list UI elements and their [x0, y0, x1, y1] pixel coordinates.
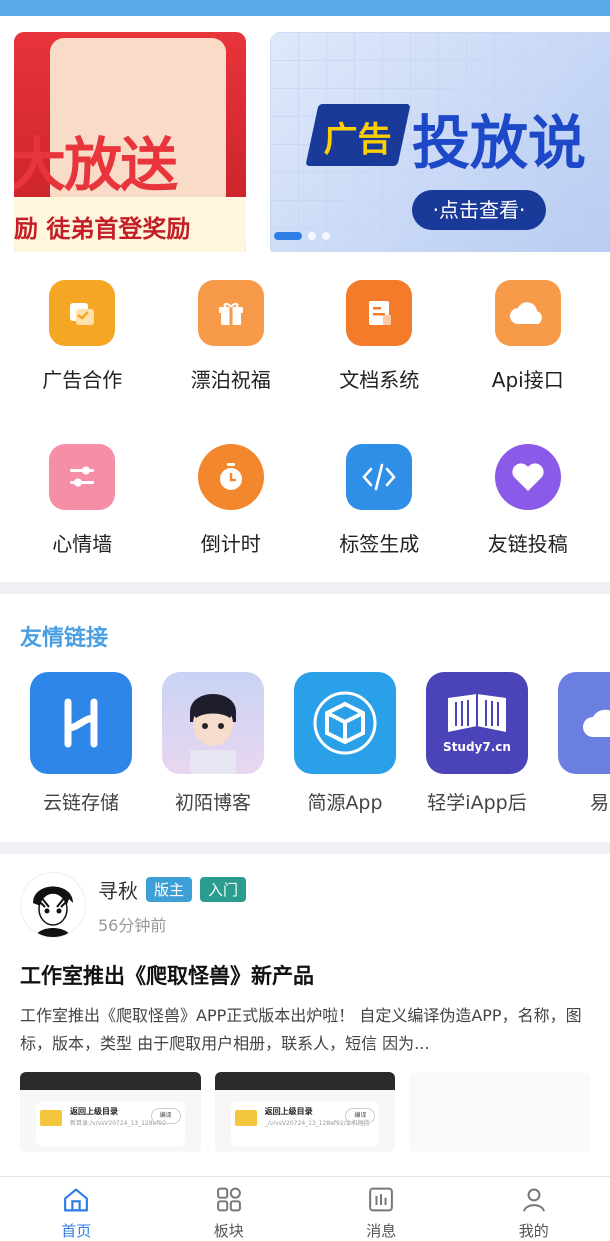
carousel-indicator	[274, 232, 330, 240]
folder-icon	[40, 1110, 62, 1126]
feature-link-submission[interactable]: 友链投稿	[454, 444, 603, 582]
link-logo-icon	[30, 672, 132, 774]
friend-link-name: 初陌博客	[174, 792, 251, 814]
friend-links-title: 友情链接	[20, 626, 109, 651]
friend-link-name: 简源App	[307, 792, 383, 814]
cube-icon	[294, 672, 396, 774]
friend-link-item[interactable]: 初陌博客	[162, 672, 264, 842]
gift-icon	[197, 280, 264, 346]
moderator-badge: 版主	[146, 876, 193, 902]
post-images: 返回上级目录 新目录:/v/vsV20724_13_128ef92 编译 返回上…	[20, 1072, 591, 1152]
feature-tag-generator[interactable]: 标签生成	[305, 444, 454, 582]
banner-left-subtitle-bar: 励 徒弟首登奖励	[14, 197, 246, 252]
author-info: 寻秋 版主 入门 56分钟前	[98, 875, 247, 936]
code-icon	[346, 444, 413, 510]
banner-slide-right[interactable]: 广告 投放说 ·点击查看·	[270, 32, 610, 252]
tab-sections[interactable]: 板块	[153, 1177, 306, 1241]
banner-right-title: 投放说	[412, 109, 587, 177]
carousel-dot-active[interactable]	[274, 232, 302, 240]
feature-label: 友链投稿	[487, 532, 568, 556]
post-image-row-button: 编译	[150, 1108, 181, 1124]
cloud-icon	[494, 280, 561, 346]
folder-icon	[234, 1110, 257, 1126]
tab-label: 首页	[61, 1222, 92, 1240]
bottom-tab-bar: 首页 板块 消息 我的	[0, 1176, 610, 1241]
friend-link-item[interactable]: 简源App	[294, 672, 396, 842]
post-image-row-title: 返回上级目录	[264, 1107, 313, 1116]
user-icon	[522, 1188, 545, 1212]
tab-label: 我的	[518, 1222, 549, 1240]
feature-label: 文档系统	[339, 368, 420, 392]
friend-link-name: 轻学iApp后	[427, 792, 527, 814]
banner-left-title: 大放送	[14, 131, 178, 199]
feature-mood-wall[interactable]: 心情墙	[8, 444, 157, 582]
sliders-icon	[49, 444, 116, 510]
heart-icon	[494, 444, 561, 510]
feature-label: 标签生成	[339, 532, 420, 556]
section-divider	[0, 582, 610, 594]
grid-icon	[216, 1187, 241, 1212]
friend-link-item[interactable]: 云链存储	[30, 672, 132, 842]
feature-api[interactable]: Api接口	[454, 280, 603, 418]
feature-ad-cooperation[interactable]: 广告合作	[8, 280, 157, 418]
feature-countdown[interactable]: 倒计时	[157, 444, 306, 582]
post-image-row-title: 返回上级目录	[70, 1107, 118, 1116]
feature-label: 漂泊祝福	[190, 368, 271, 392]
friend-link-item[interactable]: 易对	[558, 672, 610, 842]
cloud-logo-icon	[558, 672, 610, 774]
link-logo-text: Study7.cn	[443, 740, 511, 754]
banner-left-subtitle: 励 徒弟首登奖励	[14, 215, 191, 243]
post-header: 寻秋 版主 入门 56分钟前	[20, 872, 590, 938]
tab-label: 板块	[213, 1222, 244, 1240]
friend-link-name: 易对	[589, 792, 610, 814]
feature-label: 心情墙	[52, 532, 113, 556]
feature-label: Api接口	[491, 368, 564, 392]
avatar[interactable]	[20, 872, 86, 938]
carousel-dot[interactable]	[308, 232, 316, 240]
view-details-button[interactable]: ·点击查看·	[412, 190, 546, 230]
anime-avatar-icon	[162, 672, 264, 774]
post-image-row: 返回上级目录 _/v/vsV20724_13_128ef92/本机短信 编译	[230, 1102, 380, 1146]
author-name[interactable]: 寻秋	[98, 875, 138, 904]
post-image-placeholder	[409, 1072, 591, 1152]
carousel-dot[interactable]	[322, 232, 330, 240]
post-image[interactable]: 返回上级目录 新目录:/v/vsV20724_13_128ef92 编译	[20, 1072, 201, 1152]
tab-label: 消息	[366, 1222, 397, 1240]
friend-links-row[interactable]: 云链存储 初陌博客 简源App Study7.cn 轻学iApp后 易对	[0, 652, 610, 842]
feature-wandering-wishes[interactable]: 漂泊祝福	[157, 280, 306, 418]
message-icon	[369, 1187, 394, 1212]
author-line: 寻秋 版主 入门	[98, 875, 247, 904]
feature-label: 倒计时	[200, 532, 261, 556]
timer-icon	[197, 444, 264, 510]
post-image-header	[20, 1072, 201, 1090]
level-badge: 入门	[200, 876, 247, 902]
feature-label: 广告合作	[42, 368, 123, 392]
tab-profile[interactable]: 我的	[458, 1177, 610, 1241]
ad-badge: 广告	[305, 104, 411, 166]
friend-link-name: 云链存储	[42, 792, 119, 814]
feature-grid: 广告合作 漂泊祝福 文档系统 Api接口 心情墙 倒计时 标签生成 友链投稿	[0, 252, 610, 582]
post-image-row-button: 编译	[345, 1108, 376, 1124]
book-icon: Study7.cn	[426, 672, 528, 774]
banner-carousel[interactable]: 大放送 励 徒弟首登奖励 广告 投放说 ·点击查看·	[0, 16, 610, 252]
tab-messages[interactable]: 消息	[305, 1177, 458, 1241]
post-time: 56分钟前	[98, 915, 167, 935]
banner-slide-left[interactable]: 大放送 励 徒弟首登奖励	[14, 32, 246, 252]
document-icon	[346, 280, 413, 346]
home-icon	[64, 1188, 89, 1212]
post-body[interactable]: 工作室推出《爬取怪兽》APP正式版本出炉啦！ 自定义编译伪造APP，名称，图标，…	[20, 1002, 590, 1058]
friend-link-item[interactable]: Study7.cn 轻学iApp后	[426, 672, 528, 842]
status-bar	[0, 0, 610, 16]
feature-document-system[interactable]: 文档系统	[305, 280, 454, 418]
post-image[interactable]: 返回上级目录 _/v/vsV20724_13_128ef92/本机短信 编译	[214, 1072, 396, 1152]
tab-home[interactable]: 首页	[0, 1177, 153, 1241]
post-image-row: 返回上级目录 新目录:/v/vsV20724_13_128ef92 编译	[36, 1102, 185, 1146]
post-title[interactable]: 工作室推出《爬取怪兽》新产品	[20, 960, 590, 990]
ad-badge-text: 广告	[323, 120, 392, 160]
handshake-icon	[49, 280, 116, 346]
post-image-header	[214, 1072, 396, 1090]
post-card[interactable]: 寻秋 版主 入门 56分钟前 工作室推出《爬取怪兽》新产品 工作室推出《爬取怪兽…	[0, 854, 610, 1152]
section-divider	[0, 842, 610, 854]
